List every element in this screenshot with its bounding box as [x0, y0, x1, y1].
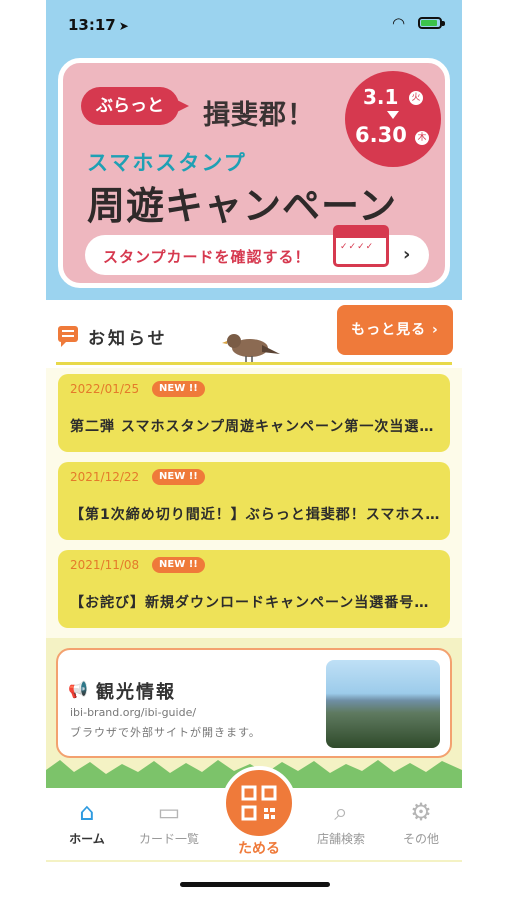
news-text: 【第1次締め切り間近！】ぶらっと揖斐郡！スマホスタンプ [70, 507, 440, 523]
tab-collect-label: ためる [238, 841, 280, 857]
location-icon: ➤ [118, 19, 129, 33]
news-date: 2021/12/22 [70, 470, 140, 484]
end-weekday: 木 [415, 131, 429, 145]
news-item[interactable]: 2022/01/25 NEW !! 第二弾 スマホスタンプ周遊キャンペーン第一次… [58, 374, 450, 452]
new-badge: NEW !! [152, 469, 205, 485]
tab-store-search[interactable]: ⌕ 店舗検索 [306, 798, 376, 847]
chat-icon [58, 326, 78, 347]
qr-code-icon [241, 785, 277, 821]
news-header: お知らせ もっと見る › [46, 300, 462, 368]
tab-bar: ⌂ ホーム ▭ カード一覧 ためる ⌕ 店舗検索 ⚙ その他 [46, 766, 462, 900]
status-time: 13:17 ➤ [68, 16, 129, 34]
tourism-url: ibi-brand.org/ibi-guide/ [70, 706, 197, 719]
end-date: 6.30 [355, 123, 407, 147]
chevron-right-icon: › [432, 322, 439, 338]
tab-card-list[interactable]: ▭ カード一覧 [134, 798, 204, 847]
stamp-card-icon: ✓✓✓✓ [333, 225, 389, 267]
new-badge: NEW !! [152, 381, 205, 397]
news-date: 2021/11/08 [70, 558, 140, 572]
tourism-note: ブラウザで外部サイトが開きます。 [70, 726, 261, 739]
divider [46, 860, 462, 862]
tab-home-label: ホーム [69, 832, 105, 846]
landscape-photo [326, 660, 440, 748]
campaign-subtitle: スマホスタンプ [87, 151, 247, 175]
gear-icon: ⚙ [410, 798, 432, 826]
news-text: 【お詫び】新規ダウンロードキャンペーン当選番号について [70, 595, 440, 611]
campaign-tag: ぶらっと [81, 87, 189, 125]
start-date: 3.1 [363, 85, 399, 109]
card-icon: ▭ [157, 798, 181, 826]
status-bar: 13:17 ➤ ◠ [46, 0, 462, 48]
battery-icon [418, 17, 445, 29]
campaign-place: 揖斐郡！ [203, 100, 315, 131]
tab-other-label: その他 [402, 832, 439, 846]
news-item[interactable]: 2021/11/08 NEW !! 【お詫び】新規ダウンロードキャンペーン当選番… [58, 550, 450, 628]
news-item[interactable]: 2021/12/22 NEW !! 【第1次締め切り間近！】ぶらっと揖斐郡！スマ… [58, 462, 450, 540]
more-news-label: もっと見る [351, 322, 427, 338]
down-arrow-icon [387, 111, 399, 119]
tourism-title: 観光情報 [96, 682, 176, 703]
news-date: 2022/01/25 [70, 382, 140, 396]
tab-other[interactable]: ⚙ その他 [386, 798, 456, 847]
home-indicator [180, 882, 330, 887]
wifi-icon: ◠ [392, 14, 406, 32]
tourism-info-card[interactable]: 📢 観光情報 ibi-brand.org/ibi-guide/ ブラウザで外部サ… [56, 648, 452, 758]
more-news-button[interactable]: もっと見る › [337, 305, 453, 355]
divider [56, 362, 452, 365]
news-title: お知らせ [88, 329, 168, 349]
tab-card-list-label: カード一覧 [138, 832, 199, 846]
app-screen: 13:17 ➤ ◠ ぶらっと 揖斐郡！ 3.1 火 6.30 木 スマホスタンプ … [46, 0, 462, 900]
tab-home[interactable]: ⌂ ホーム [52, 798, 122, 847]
tab-store-search-label: 店舗検索 [316, 832, 365, 846]
start-weekday: 火 [409, 91, 423, 105]
check-stamp-card-button[interactable]: スタンプカードを確認する！ ✓✓✓✓ › [85, 225, 429, 275]
collect-stamp-button[interactable] [222, 766, 296, 840]
news-text: 第二弾 スマホスタンプ周遊キャンペーン第一次当選者発表 [70, 419, 440, 435]
home-icon: ⌂ [79, 798, 95, 826]
new-badge: NEW !! [152, 557, 205, 573]
chevron-right-icon: › [403, 244, 411, 265]
check-stamp-card-label: スタンプカードを確認する！ [103, 248, 311, 266]
campaign-banner-area: ぶらっと 揖斐郡！ 3.1 火 6.30 木 スマホスタンプ 周遊キャンペーン … [46, 48, 462, 300]
megaphone-icon: 📢 [68, 680, 88, 699]
campaign-period-badge: 3.1 火 6.30 木 [345, 71, 441, 167]
campaign-title: 周遊キャンペーン [87, 184, 398, 228]
campaign-banner[interactable]: ぶらっと 揖斐郡！ 3.1 火 6.30 木 スマホスタンプ 周遊キャンペーン … [58, 58, 450, 288]
store-search-icon: ⌕ [334, 798, 348, 826]
